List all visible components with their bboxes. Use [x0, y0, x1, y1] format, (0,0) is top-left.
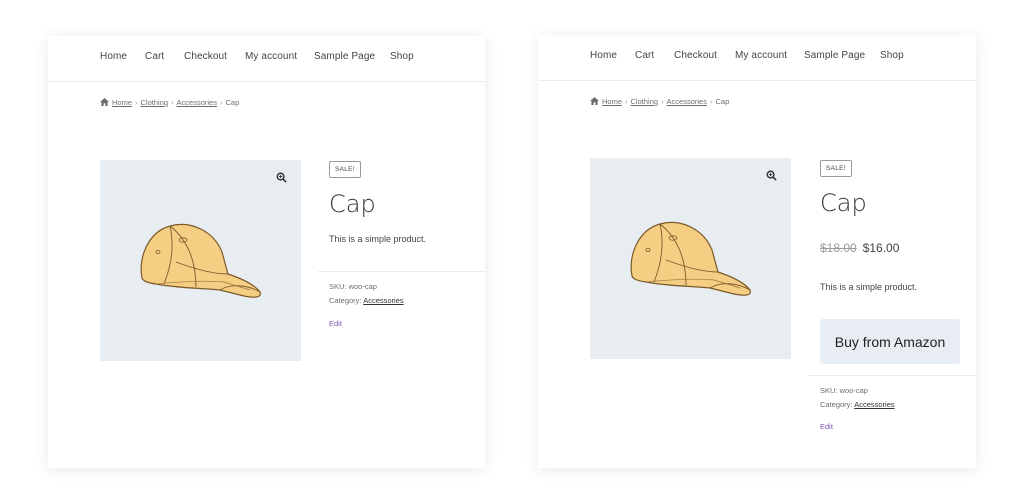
breadcrumb-separator: › — [709, 97, 713, 106]
breadcrumb-accessories[interactable]: Accessories — [177, 98, 217, 107]
sku: SKU: woo-cap — [329, 282, 377, 291]
product-gallery[interactable] — [100, 160, 301, 361]
product-description: This is a simple product. — [329, 234, 427, 244]
nav-my-account[interactable]: My account — [245, 51, 297, 62]
breadcrumb-accessories[interactable]: Accessories — [667, 97, 707, 106]
sale-badge: SALE! — [820, 160, 852, 177]
divider — [318, 271, 485, 272]
breadcrumb-separator: › — [135, 98, 138, 107]
sku: SKU: woo-cap — [820, 386, 868, 395]
nav-shop[interactable]: Shop — [880, 50, 904, 61]
home-icon — [100, 98, 109, 106]
breadcrumb-clothing[interactable]: Clothing — [631, 97, 659, 106]
nav-home[interactable]: Home — [100, 51, 127, 62]
sale-price: $16.00 — [862, 241, 900, 255]
product-description: This is a simple product. — [820, 282, 918, 292]
nav-checkout[interactable]: Checkout — [184, 51, 227, 62]
product-title: Cap — [820, 189, 867, 217]
edit-link[interactable]: Edit — [820, 422, 833, 431]
product-gallery[interactable] — [590, 158, 791, 359]
top-nav: Home Cart Checkout My account Sample Pag… — [538, 35, 976, 81]
category-row: Category: Accessories — [820, 398, 895, 412]
category-label: Category: — [820, 400, 853, 409]
cap-image — [140, 223, 261, 298]
breadcrumb-current: Cap — [715, 97, 730, 106]
breadcrumb-separator: › — [219, 98, 223, 107]
breadcrumb-home[interactable]: Home — [112, 98, 132, 107]
product-meta: SKU: woo-cap Category: Accessories — [820, 384, 895, 412]
category-row: Category: Accessories — [329, 294, 404, 308]
product-meta: SKU: woo-cap Category: Accessories — [329, 280, 404, 308]
breadcrumb-home[interactable]: Home — [602, 97, 622, 106]
breadcrumb-separator: › — [625, 97, 628, 106]
product-price: $18.00 $16.00 — [820, 241, 899, 255]
nav-cart[interactable]: Cart — [145, 51, 164, 62]
breadcrumb: Home › Clothing › Accessories › Cap — [100, 98, 239, 107]
breadcrumb-separator: › — [171, 98, 174, 107]
cap-image — [630, 221, 751, 296]
product-page-after: Home Cart Checkout My account Sample Pag… — [538, 35, 976, 468]
category-link[interactable]: Accessories — [363, 296, 403, 305]
product-title: Cap — [329, 190, 376, 218]
nav-cart[interactable]: Cart — [635, 50, 654, 61]
nav-shop[interactable]: Shop — [390, 51, 414, 62]
nav-home[interactable]: Home — [590, 50, 617, 61]
breadcrumb: Home › Clothing › Accessories › Cap — [590, 97, 729, 106]
home-icon — [590, 97, 599, 105]
category-label: Category: — [329, 296, 362, 305]
category-link[interactable]: Accessories — [854, 400, 894, 409]
regular-price: $18.00 — [820, 241, 857, 255]
breadcrumb-separator: › — [661, 97, 664, 106]
nav-checkout[interactable]: Checkout — [674, 50, 717, 61]
breadcrumb-current: Cap — [225, 98, 240, 107]
sale-badge: SALE! — [329, 161, 361, 178]
top-nav: Home Cart Checkout My account Sample Pag… — [48, 36, 485, 82]
divider — [808, 375, 976, 376]
nav-my-account[interactable]: My account — [735, 50, 787, 61]
buy-from-amazon-button[interactable]: Buy from Amazon — [820, 319, 960, 364]
edit-link[interactable]: Edit — [329, 319, 342, 328]
product-page-before: Home Cart Checkout My account Sample Pag… — [48, 36, 485, 468]
breadcrumb-clothing[interactable]: Clothing — [141, 98, 169, 107]
nav-sample-page[interactable]: Sample Page — [314, 51, 375, 62]
zoom-icon[interactable] — [766, 170, 777, 181]
nav-sample-page[interactable]: Sample Page — [804, 50, 865, 61]
zoom-icon[interactable] — [276, 172, 287, 183]
